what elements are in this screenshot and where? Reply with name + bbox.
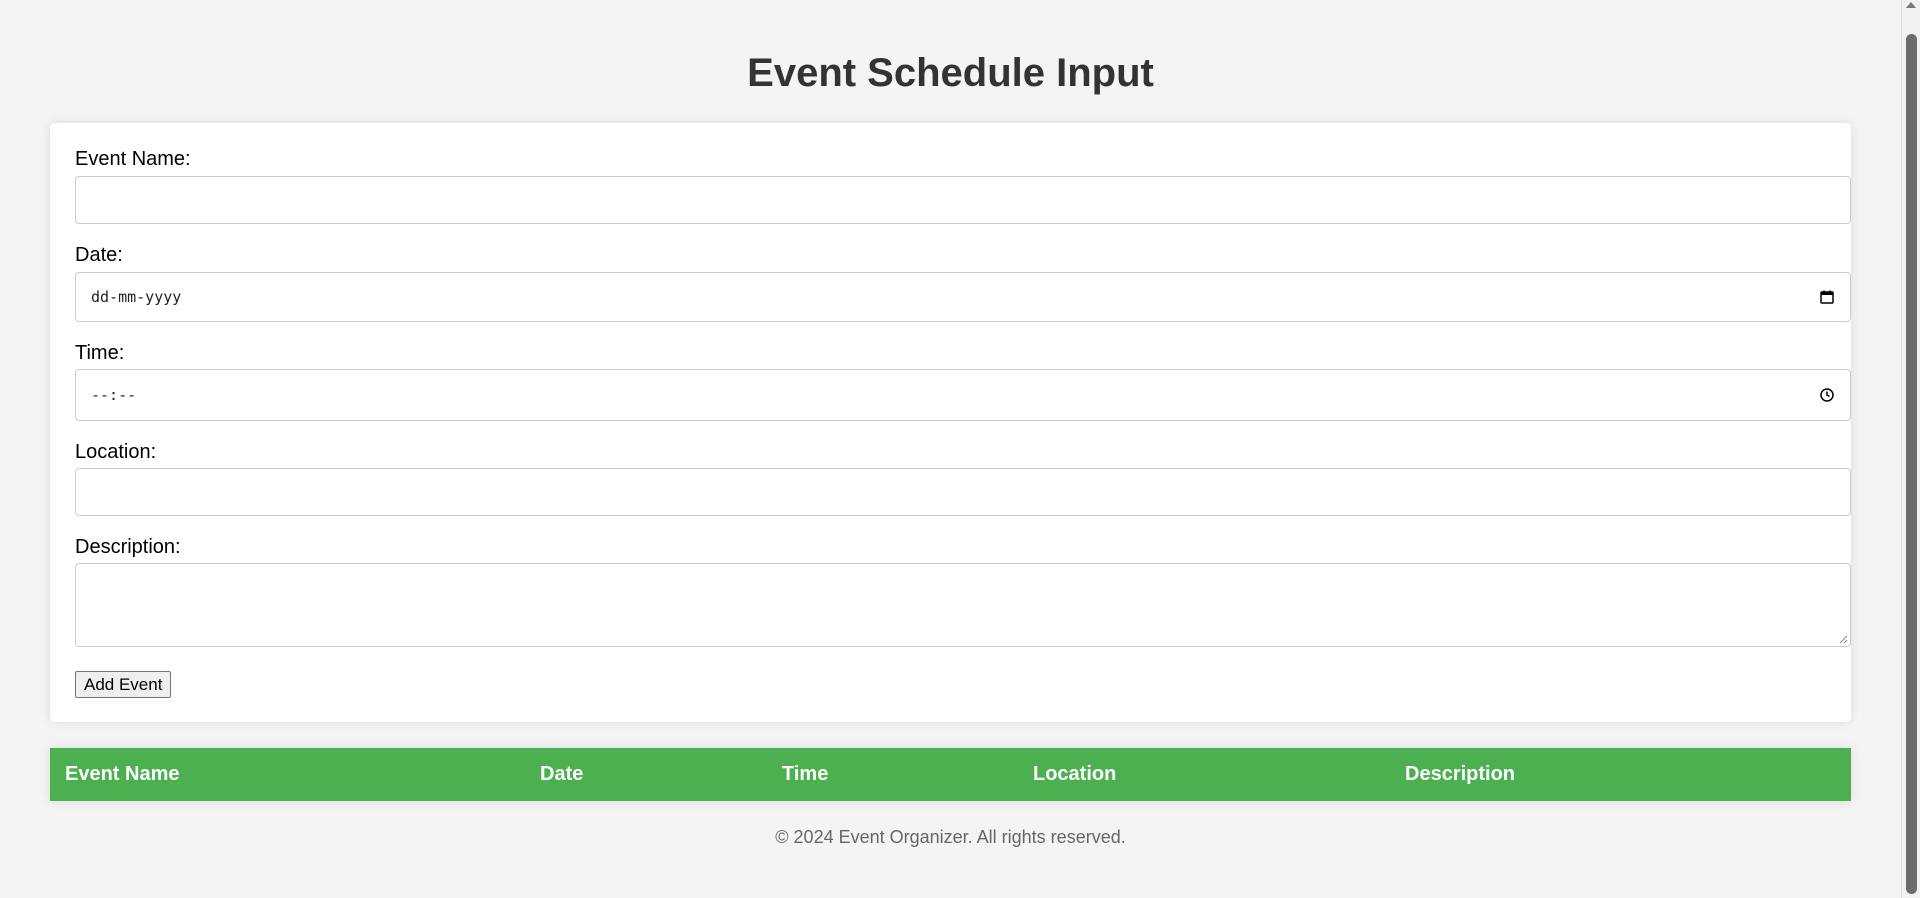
date-input[interactable]: dd-mm-yyyy [75,272,1851,322]
page-title: Event Schedule Input [747,51,1154,95]
resize-handle-icon[interactable] [1838,634,1848,644]
event-form: Event Name: Date: dd-mm-yyyy Time: --:--… [50,123,1851,722]
location-input[interactable] [75,468,1851,516]
date-placeholder: dd-mm-yyyy [91,288,182,306]
time-label: Time: [75,342,125,364]
vertical-scrollbar[interactable] [1901,0,1920,898]
description-label: Description: [75,536,181,558]
column-header-event-name: Event Name [65,763,180,785]
column-header-date: Date [540,763,584,785]
add-event-button[interactable]: Add Event [75,671,172,698]
calendar-icon[interactable] [1819,289,1835,305]
time-placeholder: --:-- [91,386,137,404]
location-label: Location: [75,441,157,463]
page: Event Schedule Input Event Name: Date: d… [0,0,1901,898]
date-label: Date: [75,244,123,266]
column-header-time: Time [782,763,829,785]
clock-icon[interactable] [1819,387,1835,403]
column-header-description: Description [1405,763,1516,785]
events-table-header: Event Name Date Time Location Descriptio… [50,748,1851,801]
event-name-label: Event Name: [75,148,191,170]
description-textarea[interactable] [75,563,1851,647]
footer-copyright: © 2024 Event Organizer. All rights reser… [775,827,1126,847]
event-name-input[interactable] [75,176,1851,224]
column-header-location: Location [1033,763,1117,785]
scrollbar-thumb[interactable] [1906,34,1917,894]
scroll-up-arrow-icon[interactable] [1906,2,1916,8]
time-input[interactable]: --:-- [75,369,1851,421]
